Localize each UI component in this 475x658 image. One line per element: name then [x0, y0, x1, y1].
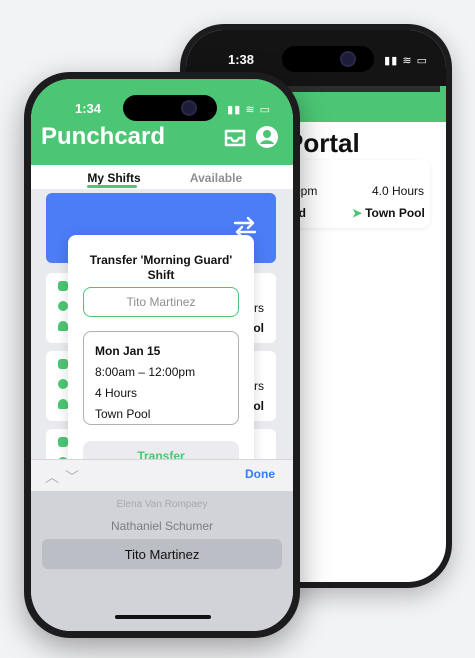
front-screen: 1:34 ▮▮ ≋ ▭ Punchcard My Shifts Availabl…: [31, 79, 293, 631]
back-shift-location: ➤ Town Pool: [352, 206, 425, 220]
camera: [181, 100, 197, 116]
shift-hours: 4 Hours: [95, 386, 138, 400]
shift-time: 8:00am – 12:00pm: [95, 365, 196, 379]
clock-icon: [58, 301, 68, 311]
calendar-icon: [58, 281, 68, 291]
calendar-icon: [58, 359, 68, 369]
chevron-down-icon[interactable]: ﹀: [65, 467, 79, 487]
clock-icon: [58, 379, 68, 389]
front-phone: 1:34 ▮▮ ≋ ▭ Punchcard My Shifts Availabl…: [24, 72, 300, 638]
app-header: [31, 79, 293, 165]
shift-date: Mon Jan 15: [95, 344, 161, 358]
back-signal-icons: ▮▮ ≋ ▭: [384, 55, 428, 67]
home-indicator: [115, 615, 211, 619]
shift-details-box: Mon Jan 15 8:00am – 12:00pm 4 Hours Town…: [83, 331, 239, 425]
back-camera: [340, 51, 356, 67]
employee-name-field[interactable]: [83, 287, 239, 317]
tab-available[interactable]: Available: [181, 165, 251, 185]
person-icon: [58, 399, 68, 409]
tab-bar: [31, 165, 293, 189]
back-dynamic-island: [282, 46, 374, 72]
active-tab-indicator: [87, 185, 137, 188]
tab-my-shifts[interactable]: My Shifts: [79, 165, 149, 185]
transfer-modal: Transfer 'Morning Guard' Shift Mon Jan 1…: [68, 235, 254, 475]
location-arrow-icon: ➤: [352, 206, 363, 220]
profile-icon[interactable]: [255, 125, 279, 149]
picker-option[interactable]: Elena Van Rompaey: [31, 499, 293, 510]
back-status-time: 1:38: [228, 52, 255, 67]
chevron-up-icon[interactable]: ︿: [45, 467, 59, 487]
done-button[interactable]: Done: [245, 467, 275, 481]
dynamic-island: [123, 95, 217, 121]
calendar-icon: [58, 437, 68, 447]
back-location-text: Town Pool: [365, 206, 425, 220]
app-title: Punchcard: [41, 123, 166, 150]
person-icon: [58, 321, 68, 331]
back-shift-hours: 4.0 Hours: [372, 184, 425, 198]
shift-location: Town Pool: [95, 407, 151, 421]
picker-option-selected[interactable]: Tito Martinez: [31, 547, 293, 562]
modal-title: Transfer 'Morning Guard' Shift: [89, 253, 233, 282]
picker-option[interactable]: Nathaniel Schumer: [31, 519, 293, 533]
signal-icons: ▮▮ ≋ ▭: [227, 104, 271, 116]
status-time: 1:34: [75, 101, 102, 116]
inbox-icon[interactable]: [223, 125, 247, 149]
